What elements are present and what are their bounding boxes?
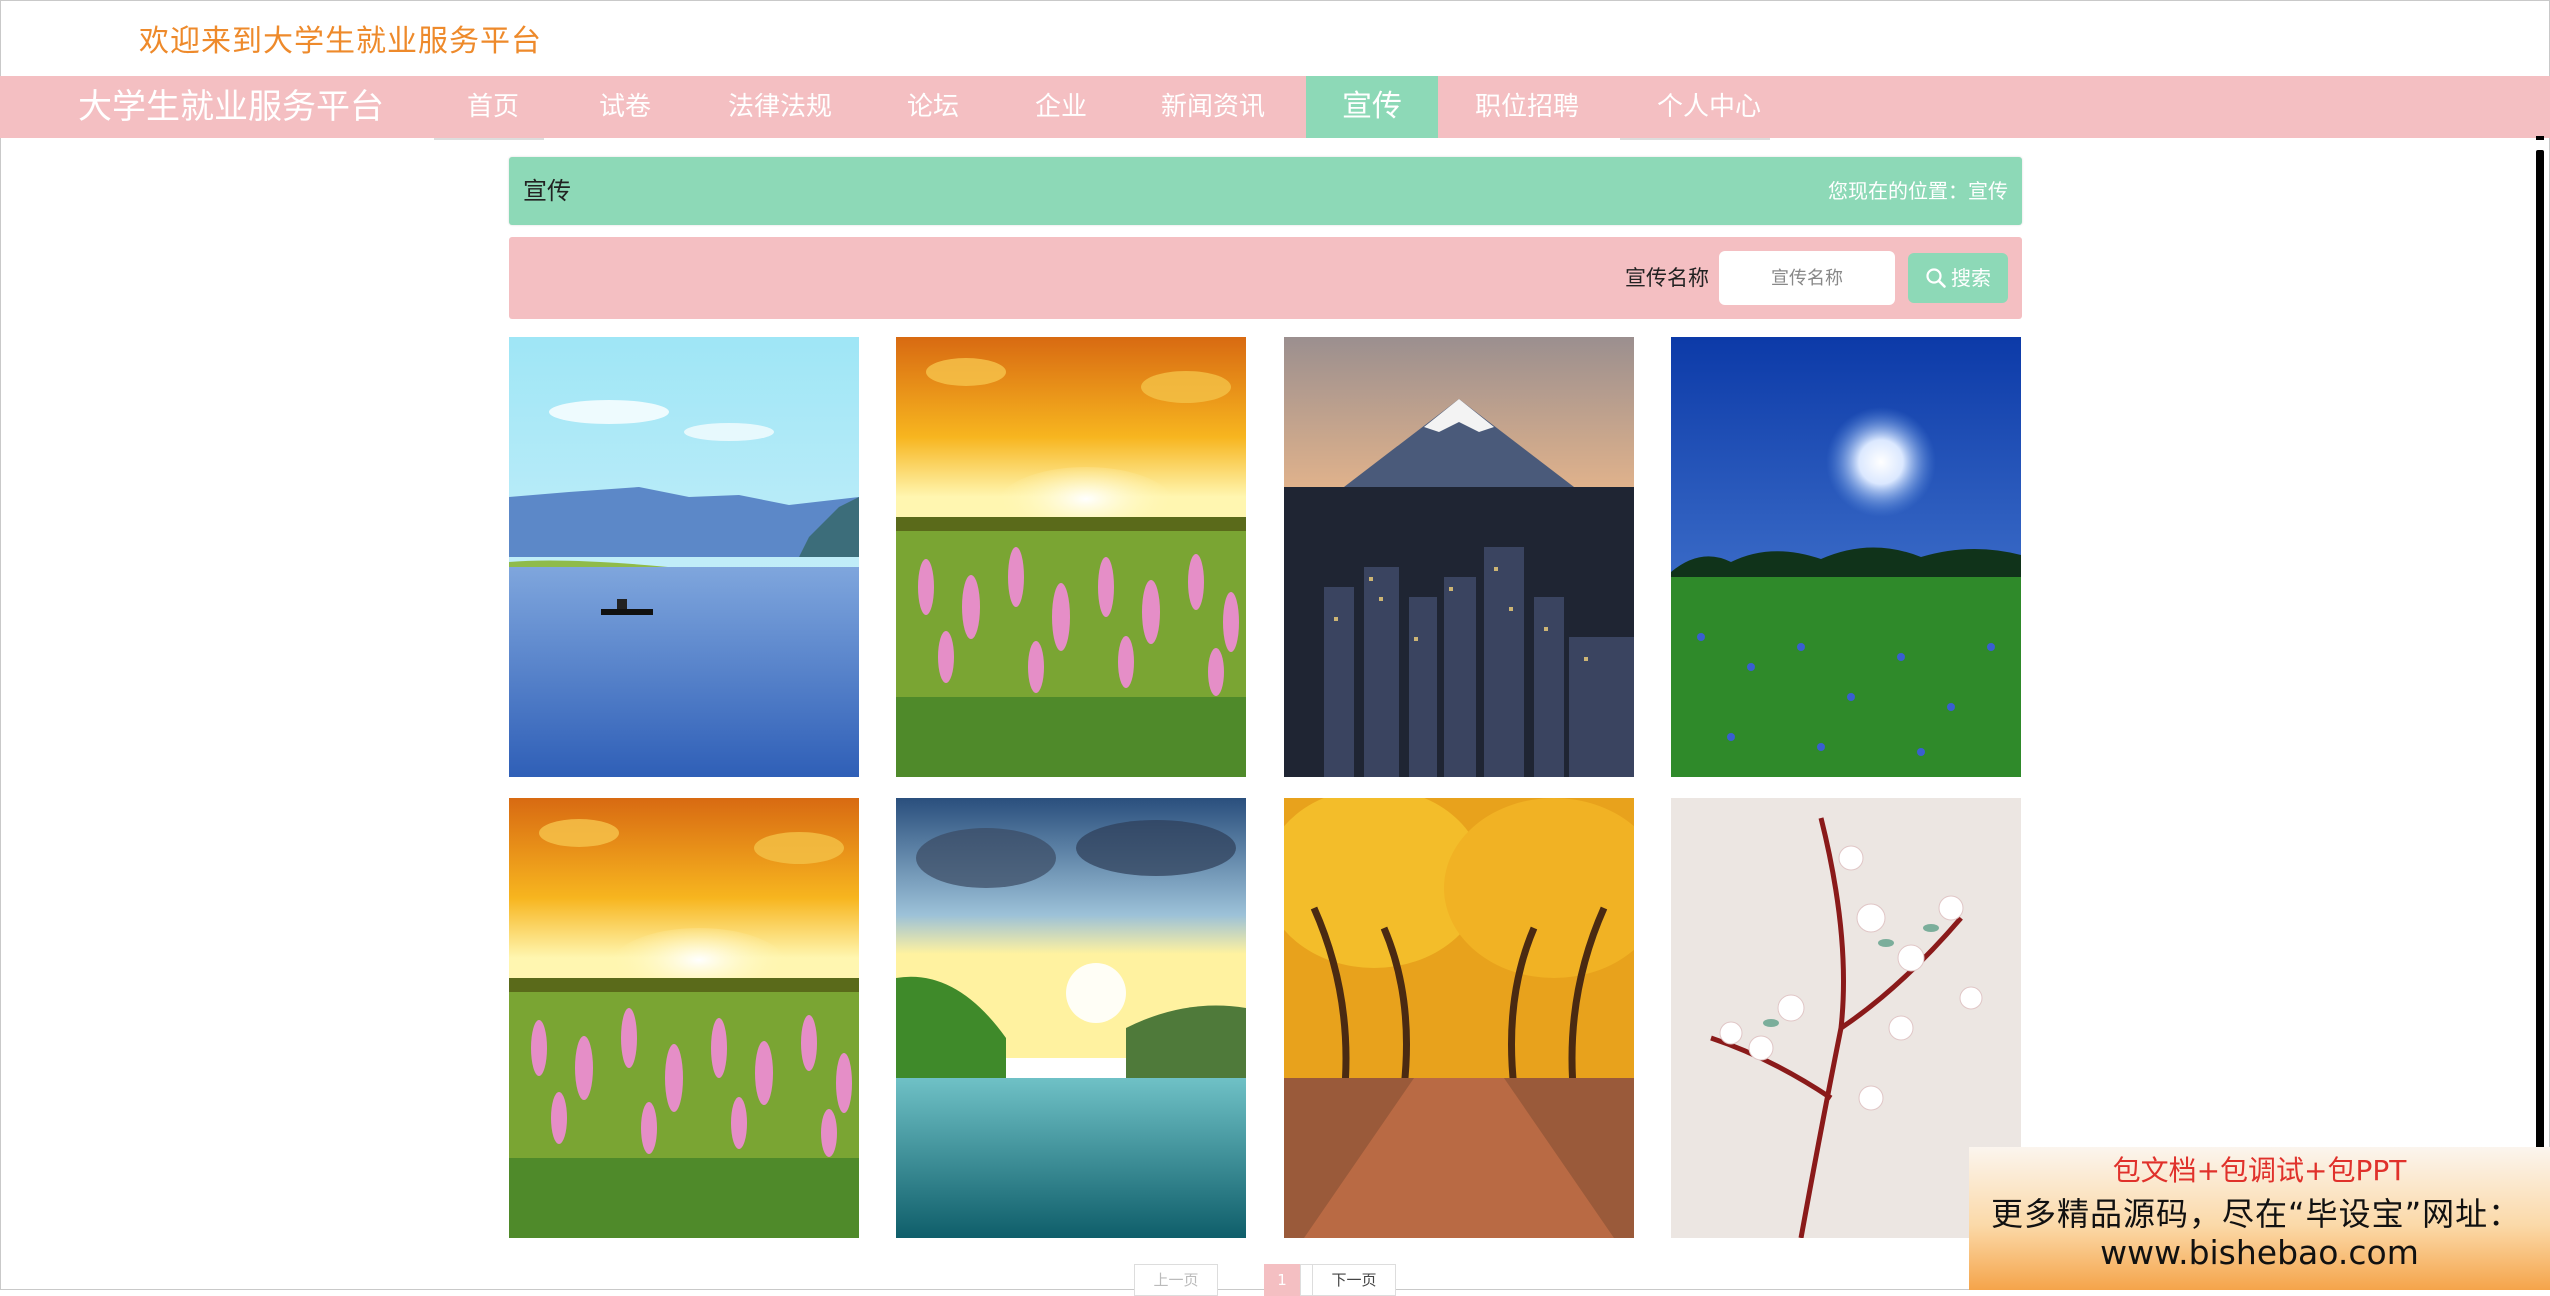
nav-item-laws[interactable]: 法律法规	[696, 76, 864, 138]
nav-item-personal-center[interactable]: 个人中心	[1622, 76, 1796, 138]
nav-item-news[interactable]: 新闻资讯	[1136, 76, 1290, 138]
page-title-bar: 宣传 您现在的位置：宣传	[509, 157, 2022, 225]
nav-divider	[434, 138, 544, 140]
search-icon	[1926, 267, 1946, 288]
nav-item-company[interactable]: 企业	[1000, 76, 1122, 138]
nav-item-exam[interactable]: 试卷	[564, 76, 686, 138]
ad-line-2: 更多精品源码，尽在“毕设宝”网址：	[1991, 1195, 2522, 1233]
gallery-image-lake-valley[interactable]	[896, 798, 1246, 1238]
ad-line-1: 包文档+包调试+包PPT	[2112, 1154, 2407, 1187]
gallery-image-lake[interactable]	[509, 337, 859, 777]
ad-url: www.bishebao.com	[2100, 1233, 2419, 1272]
welcome-text: 欢迎来到大学生就业服务平台	[139, 24, 542, 59]
pagination-next[interactable]: 下一页	[1312, 1264, 1396, 1296]
top-navbar: 大学生就业服务平台 首页 试卷 法律法规 论坛 企业 新闻资讯 宣传 职位招聘 …	[0, 76, 2550, 140]
site-brand[interactable]: 大学生就业服务平台	[78, 76, 384, 138]
nav-item-home[interactable]: 首页	[432, 76, 554, 138]
search-button[interactable]: 搜索	[1908, 253, 2008, 303]
gallery-image-sunset-flowers[interactable]	[896, 337, 1246, 777]
nav-item-promotion[interactable]: 宣传	[1306, 76, 1438, 138]
search-button-label: 搜索	[1951, 266, 1991, 290]
gallery-image-moon-field[interactable]	[1671, 337, 2021, 777]
pagination-page-1[interactable]: 1	[1264, 1264, 1300, 1296]
nav-item-jobs[interactable]: 职位招聘	[1450, 76, 1604, 138]
search-label: 宣传名称	[1625, 266, 1709, 290]
gallery-image-autumn-avenue[interactable]	[1284, 798, 1634, 1238]
gallery-image-mountain-city[interactable]	[1284, 337, 1634, 777]
nav-item-forum[interactable]: 论坛	[872, 76, 994, 138]
breadcrumb: 您现在的位置：宣传	[1828, 179, 2008, 203]
nav-divider	[1620, 138, 1770, 140]
search-input[interactable]	[1719, 251, 1895, 305]
pagination-prev[interactable]: 上一页	[1134, 1264, 1218, 1296]
ad-banner[interactable]: 包文档+包调试+包PPT 更多精品源码，尽在“毕设宝”网址： www.bishe…	[1969, 1147, 2550, 1290]
search-panel: 宣传名称 搜索	[509, 237, 2022, 319]
gallery-image-sunset-flowers[interactable]	[509, 798, 859, 1238]
page-title: 宣传	[523, 177, 571, 205]
scrollbar-thumb[interactable]	[2536, 150, 2544, 1286]
